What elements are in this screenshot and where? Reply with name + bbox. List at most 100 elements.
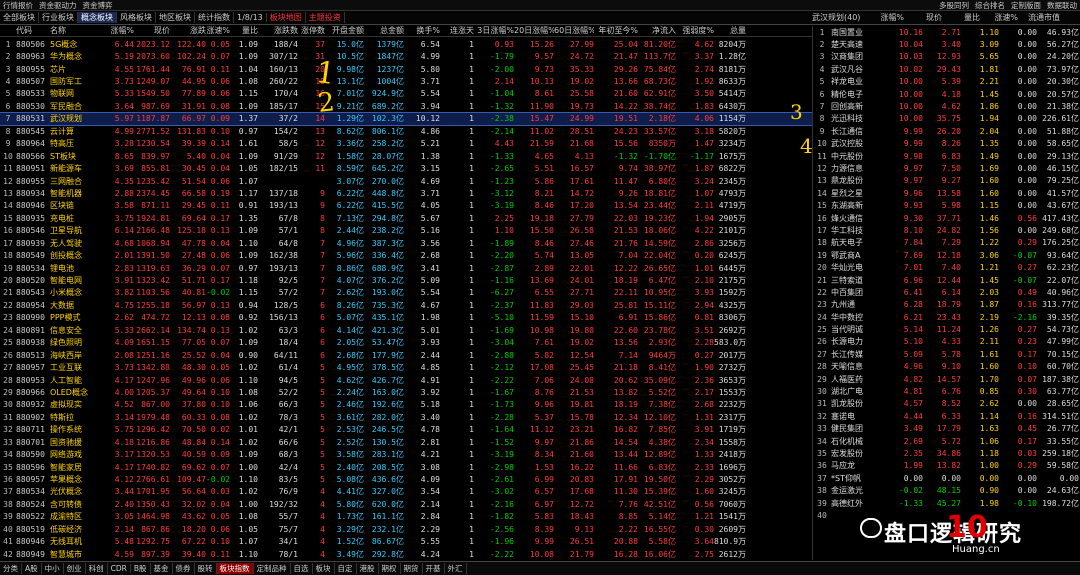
market-tab[interactable]: 板块指数 (216, 563, 254, 574)
market-tab[interactable]: 港股 (357, 563, 379, 574)
tab-5[interactable]: 统计指数 (195, 12, 234, 23)
list-item[interactable]: 22 中百集团 6.41 6.14 2.03 0.49 40.96亿 (813, 286, 1080, 298)
list-item[interactable]: 33 健民集团 3.49 17.79 1.63 0.45 26.77亿 (813, 423, 1080, 435)
list-item[interactable]: 30 湖北广电 4.81 6.76 0.85 0.30 63.77亿 (813, 385, 1080, 397)
market-tab[interactable]: 自定 (335, 563, 357, 574)
column-header[interactable]: 涨速% (980, 12, 1018, 23)
list-item[interactable]: 1 南国置业 10.16 2.71 1.10 0.00 46.93亿 (813, 26, 1080, 38)
table-row[interactable]: 5 880533 物联网 5.33 1549.50 77.89 0.06 1.15 170/4 1… (0, 88, 812, 100)
top-right-item[interactable]: 综合排名 (972, 0, 1008, 11)
column-header[interactable]: 现价 (134, 25, 170, 36)
column-header[interactable]: 流通市值 (1018, 12, 1060, 23)
table-row[interactable]: 18 880549 创投概念 2.01 1391.50 27.48 0.06 1.09 162/… (0, 249, 812, 261)
column-header[interactable]: 量比 (230, 25, 258, 36)
list-item[interactable]: 27 长江传媒 5.09 5.78 1.61 0.17 70.15亿 (813, 348, 1080, 360)
market-tab[interactable]: 科创 (86, 563, 108, 574)
tab-4[interactable]: 地区板块 (156, 12, 195, 23)
list-item[interactable]: 6 精伦电子 10.00 4.18 1.45 0.00 20.57亿 (813, 88, 1080, 100)
list-item[interactable]: 15 东湖高新 9.93 5.98 1.15 0.00 43.67亿 (813, 199, 1080, 211)
table-row[interactable]: 3 880955 芯片 4.55 1761.44 76.91 0.11 1.04 160/13 2… (0, 63, 812, 75)
tab-8[interactable]: 主题投资 (306, 12, 345, 23)
table-row[interactable]: 39 880522 成渝特区 3.05 1464.98 43.62 0.05 1.08 55/7… (0, 511, 812, 523)
column-header[interactable]: 60日涨幅% (554, 25, 594, 36)
table-row[interactable]: 22 880954 大数据 4.75 1255.18 56.97 0.13 0.94 128/5… (0, 299, 812, 311)
market-tab[interactable]: 股转 (195, 563, 217, 574)
table-row[interactable]: 19 880534 锂电池 2.83 1319.63 36.29 0.07 0.97 193/1… (0, 262, 812, 274)
list-item[interactable]: 5 祥龙电业 10.00 5.39 2.21 0.00 20.30亿 (813, 76, 1080, 88)
column-header[interactable]: 量比 (942, 12, 980, 23)
table-row[interactable]: 25 880938 绿色照明 4.09 1651.15 77.05 0.07 1.09 18/4… (0, 337, 812, 349)
list-item[interactable]: 37 *ST仰帆 0.00 0.00 0.00 0.00 0.00 (813, 472, 1080, 484)
constituent-table-body[interactable]: 1 南国置业 10.16 2.71 1.10 0.00 46.93亿 2 楚天高速 10.04 3.… (812, 26, 1080, 560)
table-row[interactable]: 26 880513 海峡西岸 2.08 1251.16 25.52 0.04 0.90 64/1… (0, 349, 812, 361)
table-row[interactable]: 16 880546 卫星导航 6.14 2166.48 125.18 0.13 1.09 57/… (0, 225, 812, 237)
table-row[interactable]: 23 880990 PPP模式 2.62 474.72 12.13 0.08 0.92 156/… (0, 312, 812, 324)
list-item[interactable]: 16 烽火通信 9.30 37.71 1.46 0.56 417.43亿 (813, 212, 1080, 224)
table-row[interactable]: 17 880939 无人驾驶 4.68 1068.94 47.78 0.04 1.10 64/8… (0, 237, 812, 249)
market-tab[interactable]: 中小 (42, 563, 64, 574)
list-item[interactable]: 13 鼎龙股份 9.97 9.27 1.60 0.00 79.25亿 (813, 175, 1080, 187)
top-right-item[interactable]: 定制版面 (1008, 0, 1044, 11)
column-header[interactable]: 开盘金额 (325, 25, 364, 36)
tab-2[interactable]: 概念板块 (78, 12, 117, 23)
table-row[interactable]: 7 880531 武汉规划 5.97 1187.87 66.97 0.09 1.37 37/2 1… (0, 111, 812, 127)
table-row[interactable]: 35 880596 智能家居 4.17 1740.82 69.62 0.07 1.00 42/4… (0, 461, 812, 473)
list-item[interactable]: 21 三特索道 6.96 12.44 1.45 -0.07 22.07亿 (813, 274, 1080, 286)
market-tab[interactable]: 自选 (291, 563, 313, 574)
table-row[interactable]: 29 880966 OLED概念 4.00 1205.37 49.64 0.10 1.08 52… (0, 386, 812, 398)
column-header[interactable]: 涨跌 (170, 25, 206, 36)
list-item[interactable]: 2 楚天高速 10.04 3.40 3.09 0.00 56.27亿 (813, 38, 1080, 50)
table-row[interactable]: 33 880701 国资驰援 4.18 1216.86 48.84 0.14 1.02 66/6… (0, 436, 812, 448)
list-item[interactable]: 36 马应龙 1.99 13.82 1.00 0.29 59.58亿 (813, 460, 1080, 472)
table-row[interactable]: 12 880955 三网融合 4.35 1235.42 51.54 0.06 1.07 3.07… (0, 175, 812, 187)
list-item[interactable]: 3 汉商集团 10.03 12.93 5.65 0.00 24.20亿 (813, 51, 1080, 63)
table-row[interactable]: 9 880964 特高压 3.28 1230.54 39.39 0.14 1.61 58/5 12… (0, 138, 812, 150)
column-header[interactable]: 强弱度% (676, 25, 714, 36)
column-header[interactable]: 总量 (714, 25, 746, 36)
tab-0[interactable]: 全部板块 (0, 12, 39, 23)
table-row[interactable]: 4 880507 国防军工 3.73 1249.07 44.95 0.06 1.08 260/2… (0, 75, 812, 87)
list-item[interactable]: 34 石化机械 2.69 5.72 1.06 0.17 33.55亿 (813, 435, 1080, 447)
list-item[interactable]: 10 武汉控股 9.99 8.26 1.35 0.00 58.65亿 (813, 138, 1080, 150)
column-header[interactable]: 3日涨幅% (474, 25, 514, 36)
tab-1[interactable]: 行业板块 (39, 12, 78, 23)
list-item[interactable]: 4 武汉凡谷 10.02 29.43 1.81 0.00 73.97亿 (813, 63, 1080, 75)
table-row[interactable]: 40 880519 低碳经济 2.14 867.86 18.20 0.06 1.05 75/7 4… (0, 523, 812, 535)
list-item[interactable]: 19 鄂武商A 7.69 12.18 3.06 -0.07 93.64亿 (813, 249, 1080, 261)
table-row[interactable]: 30 880932 虚拟现实 4.52 867.00 37.80 0.10 1.06 66/3 5… (0, 399, 812, 411)
table-row[interactable]: 27 880957 工业互联 3.73 1342.88 48.30 0.05 1.02 61/4… (0, 361, 812, 373)
list-item[interactable]: 11 中元股份 9.98 6.83 1.49 0.00 29.13亿 (813, 150, 1080, 162)
table-row[interactable]: 28 880953 人工智能 4.17 1247.96 49.96 0.06 1.10 94/5… (0, 374, 812, 386)
table-row[interactable]: 24 880891 信息安全 5.33 2662.14 134.74 0.13 1.02 63/… (0, 324, 812, 336)
market-tab[interactable]: 期货 (401, 563, 423, 574)
table-row[interactable]: 10 880566 ST板块 8.65 839.97 5.40 0.04 1.09 91/29 1… (0, 150, 812, 162)
market-tab[interactable]: 债券 (173, 563, 195, 574)
column-header[interactable]: 涨跌数 (258, 25, 298, 36)
list-item[interactable]: 29 人福医药 4.82 14.57 1.70 0.07 187.38亿 (813, 373, 1080, 385)
tab-3[interactable]: 风格板块 (117, 12, 156, 23)
table-row[interactable]: 38 880524 含可转债 2.40 1350.43 32.02 0.04 1.00 192/… (0, 498, 812, 510)
table-row[interactable]: 36 880957 苹果概念 4.12 2766.61 109.47 -0.02 1.10 83… (0, 473, 812, 485)
list-item[interactable]: 31 凯龙股份 4.57 8.52 2.62 0.00 28.65亿 (813, 398, 1080, 410)
top-right-item[interactable]: 多股同列 (936, 0, 972, 11)
market-tab[interactable]: 基金 (151, 563, 173, 574)
table-row[interactable]: 15 880935 充电桩 3.75 1924.81 69.64 0.17 1.35 67/8 8… (0, 212, 812, 224)
column-header[interactable]: 涨停数 (298, 25, 325, 36)
list-item[interactable]: 25 当代明诚 5.14 11.24 1.26 0.27 54.73亿 (813, 323, 1080, 335)
table-row[interactable]: 8 880545 云计算 4.99 2771.52 131.83 0.10 0.97 154/2… (0, 125, 812, 137)
list-item[interactable]: 28 天喻信息 4.96 9.10 1.60 0.10 60.70亿 (813, 361, 1080, 373)
table-row[interactable]: 1 880506 5G概念 6.44 2023.12 122.40 0.05 1.09 188/… (0, 38, 812, 50)
list-item[interactable]: 8 光迅科技 10.00 35.75 1.94 0.00 226.61亿 (813, 113, 1080, 125)
tab-7[interactable]: 板块地图 (267, 12, 306, 23)
list-item[interactable]: 17 华工科技 8.10 24.82 1.56 0.00 249.68亿 (813, 224, 1080, 236)
list-item[interactable]: 35 宏发股份 2.35 34.86 1.18 0.03 259.18亿 (813, 447, 1080, 459)
table-row[interactable]: 2 880963 华为概念 5.19 2073.60 102.24 0.07 1.09 307/… (0, 50, 812, 62)
list-item[interactable]: 38 金运激光 -0.02 48.15 0.90 0.00 24.63亿 (813, 484, 1080, 496)
market-tab[interactable]: B股 (131, 563, 151, 574)
list-item[interactable]: 7 回创高新 10.00 4.62 1.86 0.00 21.38亿 (813, 100, 1080, 112)
column-header[interactable]: 代码 (16, 25, 50, 36)
table-row[interactable]: 13 880934 智能机器 2.88 2374.45 66.58 0.19 1.17 137/… (0, 187, 812, 199)
table-row[interactable]: 37 880534 光伏概念 3.44 1701.95 56.64 0.03 1.02 76/9… (0, 486, 812, 498)
column-header[interactable]: 20日涨幅% (514, 25, 554, 36)
market-tab[interactable]: 期权 (379, 563, 401, 574)
